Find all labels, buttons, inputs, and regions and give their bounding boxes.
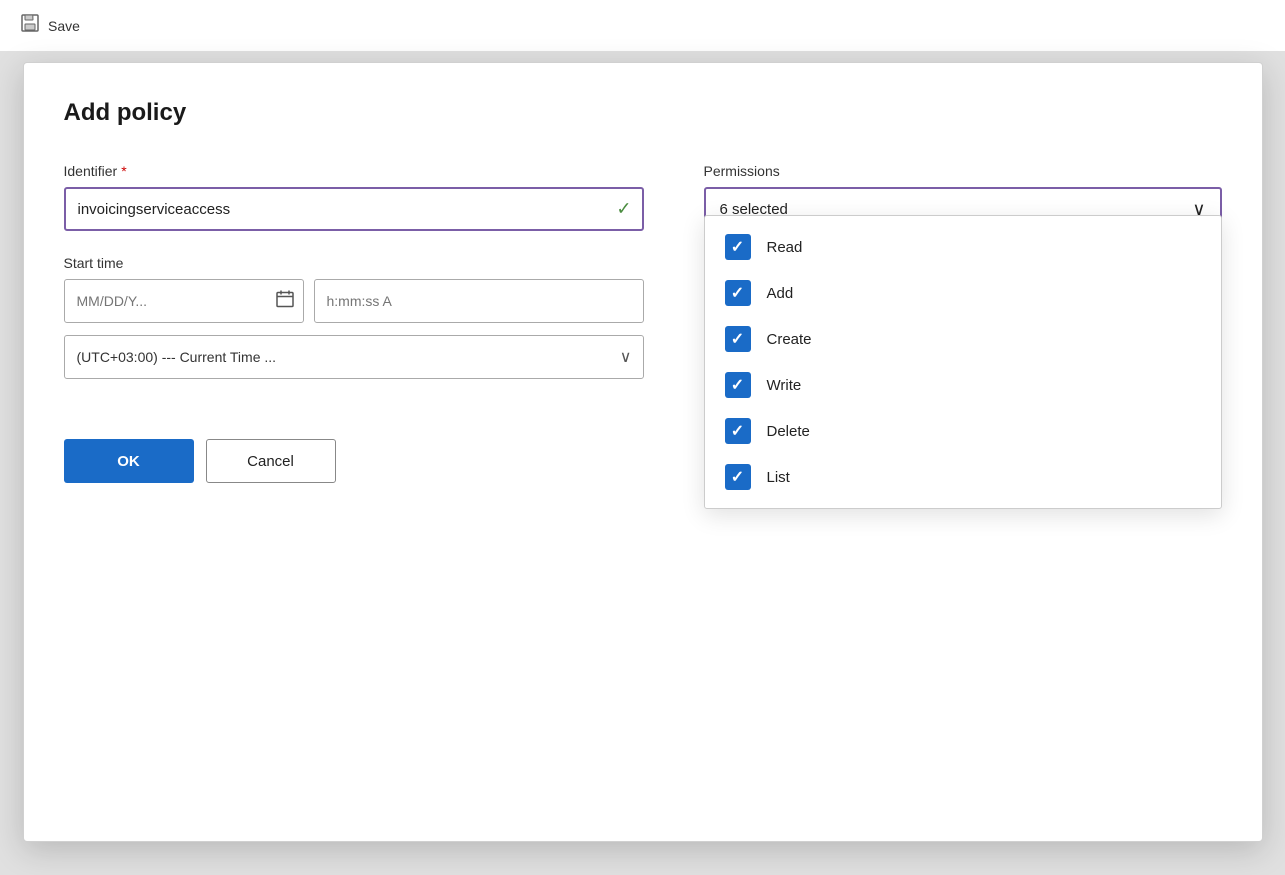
identifier-label: Identifier * [64, 163, 644, 179]
permission-label-add: Add [767, 285, 794, 302]
form-right-column: Permissions 6 selected ∨ ✓ Read [704, 163, 1222, 231]
checkmark-icon: ✓ [731, 467, 744, 487]
permission-item-write[interactable]: ✓ Write [705, 362, 1221, 408]
identifier-valid-icon: ✓ [616, 199, 631, 220]
checkmark-icon: ✓ [731, 283, 744, 303]
checkmark-icon: ✓ [731, 237, 744, 257]
save-button-label[interactable]: Save [48, 18, 80, 34]
button-row: OK Cancel [64, 439, 644, 483]
timezone-select[interactable]: (UTC+03:00) --- Current Time ... (UTC+00… [64, 335, 644, 379]
permissions-dropdown: ✓ Read ✓ Add ✓ Create [704, 215, 1222, 509]
checkmark-icon: ✓ [731, 329, 744, 349]
identifier-field-wrapper: invoicingserviceaccess ✓ [64, 187, 644, 231]
permission-label-read: Read [767, 239, 803, 256]
required-star: * [121, 163, 126, 179]
permission-checkbox-read[interactable]: ✓ [725, 234, 751, 260]
permission-label-list: List [767, 469, 790, 486]
add-policy-dialog: Add policy Identifier * invoicingservice… [23, 62, 1263, 842]
time-input[interactable] [314, 279, 644, 323]
permission-item-delete[interactable]: ✓ Delete [705, 408, 1221, 454]
save-icon [20, 13, 40, 38]
permission-checkbox-add[interactable]: ✓ [725, 280, 751, 306]
timezone-select-wrapper: (UTC+03:00) --- Current Time ... (UTC+00… [64, 335, 644, 379]
permissions-label: Permissions [704, 163, 1222, 179]
toolbar: Save [0, 0, 1285, 52]
permission-checkbox-write[interactable]: ✓ [725, 372, 751, 398]
checkmark-icon: ✓ [731, 375, 744, 395]
date-input-wrapper [64, 279, 304, 323]
permission-item-add[interactable]: ✓ Add [705, 270, 1221, 316]
permission-checkbox-create[interactable]: ✓ [725, 326, 751, 352]
form-left-column: Identifier * invoicingserviceaccess ✓ St… [64, 163, 644, 483]
form-layout: Identifier * invoicingserviceaccess ✓ St… [64, 163, 1222, 483]
permission-item-list[interactable]: ✓ List [705, 454, 1221, 500]
checkmark-icon: ✓ [731, 421, 744, 441]
permission-item-read[interactable]: ✓ Read [705, 224, 1221, 270]
calendar-icon [276, 290, 294, 313]
start-time-label: Start time [64, 255, 644, 271]
cancel-button[interactable]: Cancel [206, 439, 336, 483]
dialog-title: Add policy [64, 99, 1222, 127]
time-row [64, 279, 644, 323]
modal-overlay: Add policy Identifier * invoicingservice… [0, 52, 1285, 875]
permission-label-delete: Delete [767, 423, 810, 440]
date-input[interactable] [64, 279, 304, 323]
permission-label-write: Write [767, 377, 802, 394]
identifier-input[interactable]: invoicingserviceaccess [64, 187, 644, 231]
permission-checkbox-list[interactable]: ✓ [725, 464, 751, 490]
permission-label-create: Create [767, 331, 812, 348]
permission-item-create[interactable]: ✓ Create [705, 316, 1221, 362]
ok-button[interactable]: OK [64, 439, 194, 483]
permission-checkbox-delete[interactable]: ✓ [725, 418, 751, 444]
